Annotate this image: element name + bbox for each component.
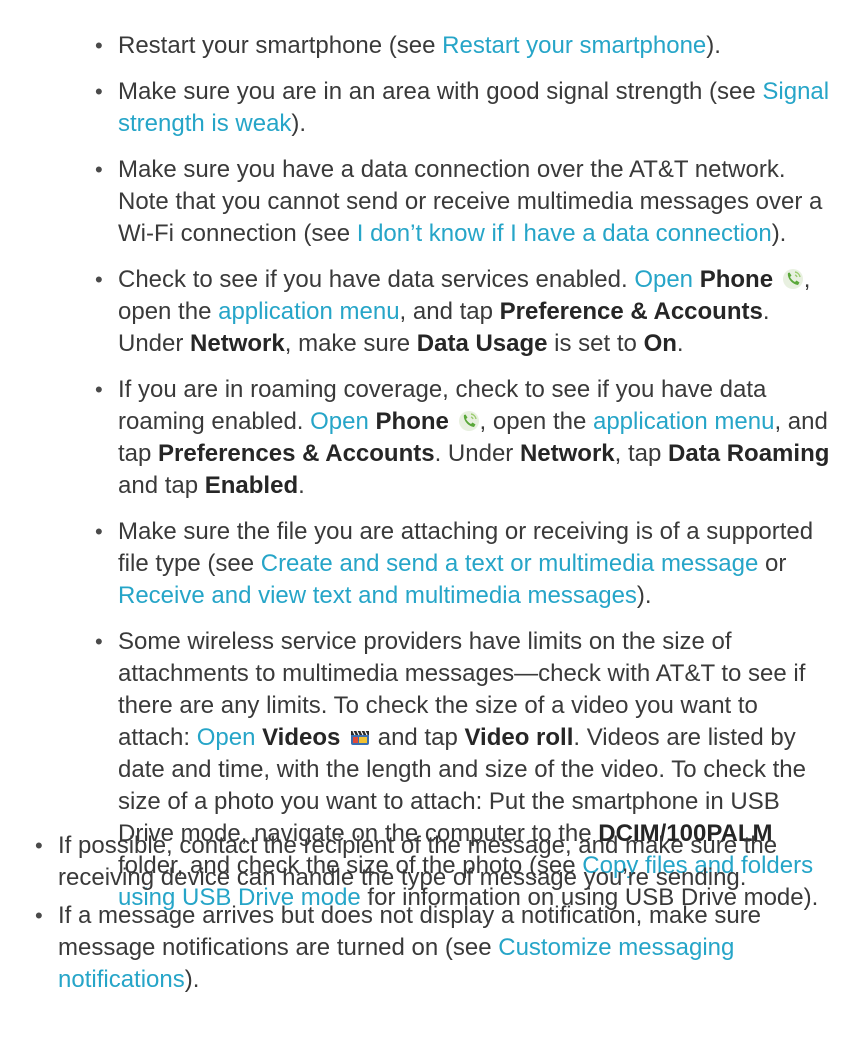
list-item: Make sure you have a data connection ove… <box>95 154 835 250</box>
item-text: ). <box>771 220 787 247</box>
list-item: Restart your smartphone (see Restart you… <box>95 30 835 62</box>
item-text: , and tap <box>399 298 500 325</box>
item-text: ). <box>291 110 307 137</box>
item-text: Make sure you are in an area with good s… <box>118 78 763 105</box>
bold-term: Data Usage <box>416 330 548 357</box>
link-receive-view-messages[interactable]: Receive and view text and multimedia mes… <box>118 582 637 609</box>
item-text: is set to <box>547 330 644 357</box>
phone-app-name: Phone <box>375 408 449 435</box>
troubleshooting-list: If possible, contact the recipient of th… <box>35 830 815 1002</box>
item-text: Check to see if you have data services e… <box>118 266 635 293</box>
link-restart-smartphone[interactable]: Restart your smartphone <box>442 32 706 59</box>
link-application-menu[interactable]: application menu <box>218 298 399 325</box>
link-data-connection[interactable]: I don’t know if I have a data connection <box>357 220 772 247</box>
troubleshooting-sublist: Restart your smartphone (see Restart you… <box>95 30 835 928</box>
link-open[interactable]: Open <box>310 408 369 435</box>
document-page: Restart your smartphone (see Restart you… <box>0 0 850 1045</box>
videos-app-icon <box>351 730 370 745</box>
item-text: ). <box>184 966 200 993</box>
bold-term: Preference & Accounts <box>499 298 763 325</box>
item-text: ). <box>706 32 721 59</box>
item-text: . Under <box>434 440 520 467</box>
item-text: . <box>676 330 684 357</box>
item-text: , make sure <box>284 330 417 357</box>
item-text: and tap <box>118 472 205 499</box>
list-item: Make sure you are in an area with good s… <box>95 76 835 140</box>
bold-term: Network <box>519 440 615 467</box>
phone-app-icon <box>458 411 479 431</box>
bold-term: Preferences & Accounts <box>158 440 435 467</box>
list-item: Make sure the file you are attaching or … <box>95 516 835 612</box>
list-item: If you are in roaming coverage, check to… <box>95 374 835 502</box>
list-item: Check to see if you have data services e… <box>95 264 835 360</box>
bold-term: Video roll <box>464 724 574 751</box>
videos-app-name: Videos <box>262 724 341 751</box>
item-text: , tap <box>614 440 669 467</box>
link-open[interactable]: Open <box>197 724 256 751</box>
link-create-send-message[interactable]: Create and send a text or multimedia mes… <box>261 550 759 577</box>
item-text: . <box>298 472 305 499</box>
item-text: , open the <box>479 408 593 435</box>
list-item: If a message arrives but does not displa… <box>35 900 815 996</box>
item-text: or <box>758 550 787 577</box>
bold-term: Data Roaming <box>668 440 830 467</box>
bold-term: Network <box>190 330 285 357</box>
phone-app-icon <box>782 269 803 289</box>
item-text: Restart your smartphone (see <box>118 32 443 59</box>
bold-term: Enabled <box>204 472 299 499</box>
list-item: If possible, contact the recipient of th… <box>35 830 815 894</box>
link-open[interactable]: Open <box>634 266 693 293</box>
link-application-menu[interactable]: application menu <box>593 408 774 435</box>
phone-app-name: Phone <box>699 266 774 293</box>
item-text: and tap <box>377 724 465 751</box>
item-text: ). <box>636 582 652 609</box>
item-text: If possible, contact the recipient of th… <box>58 832 778 891</box>
bold-term: On <box>643 330 677 357</box>
